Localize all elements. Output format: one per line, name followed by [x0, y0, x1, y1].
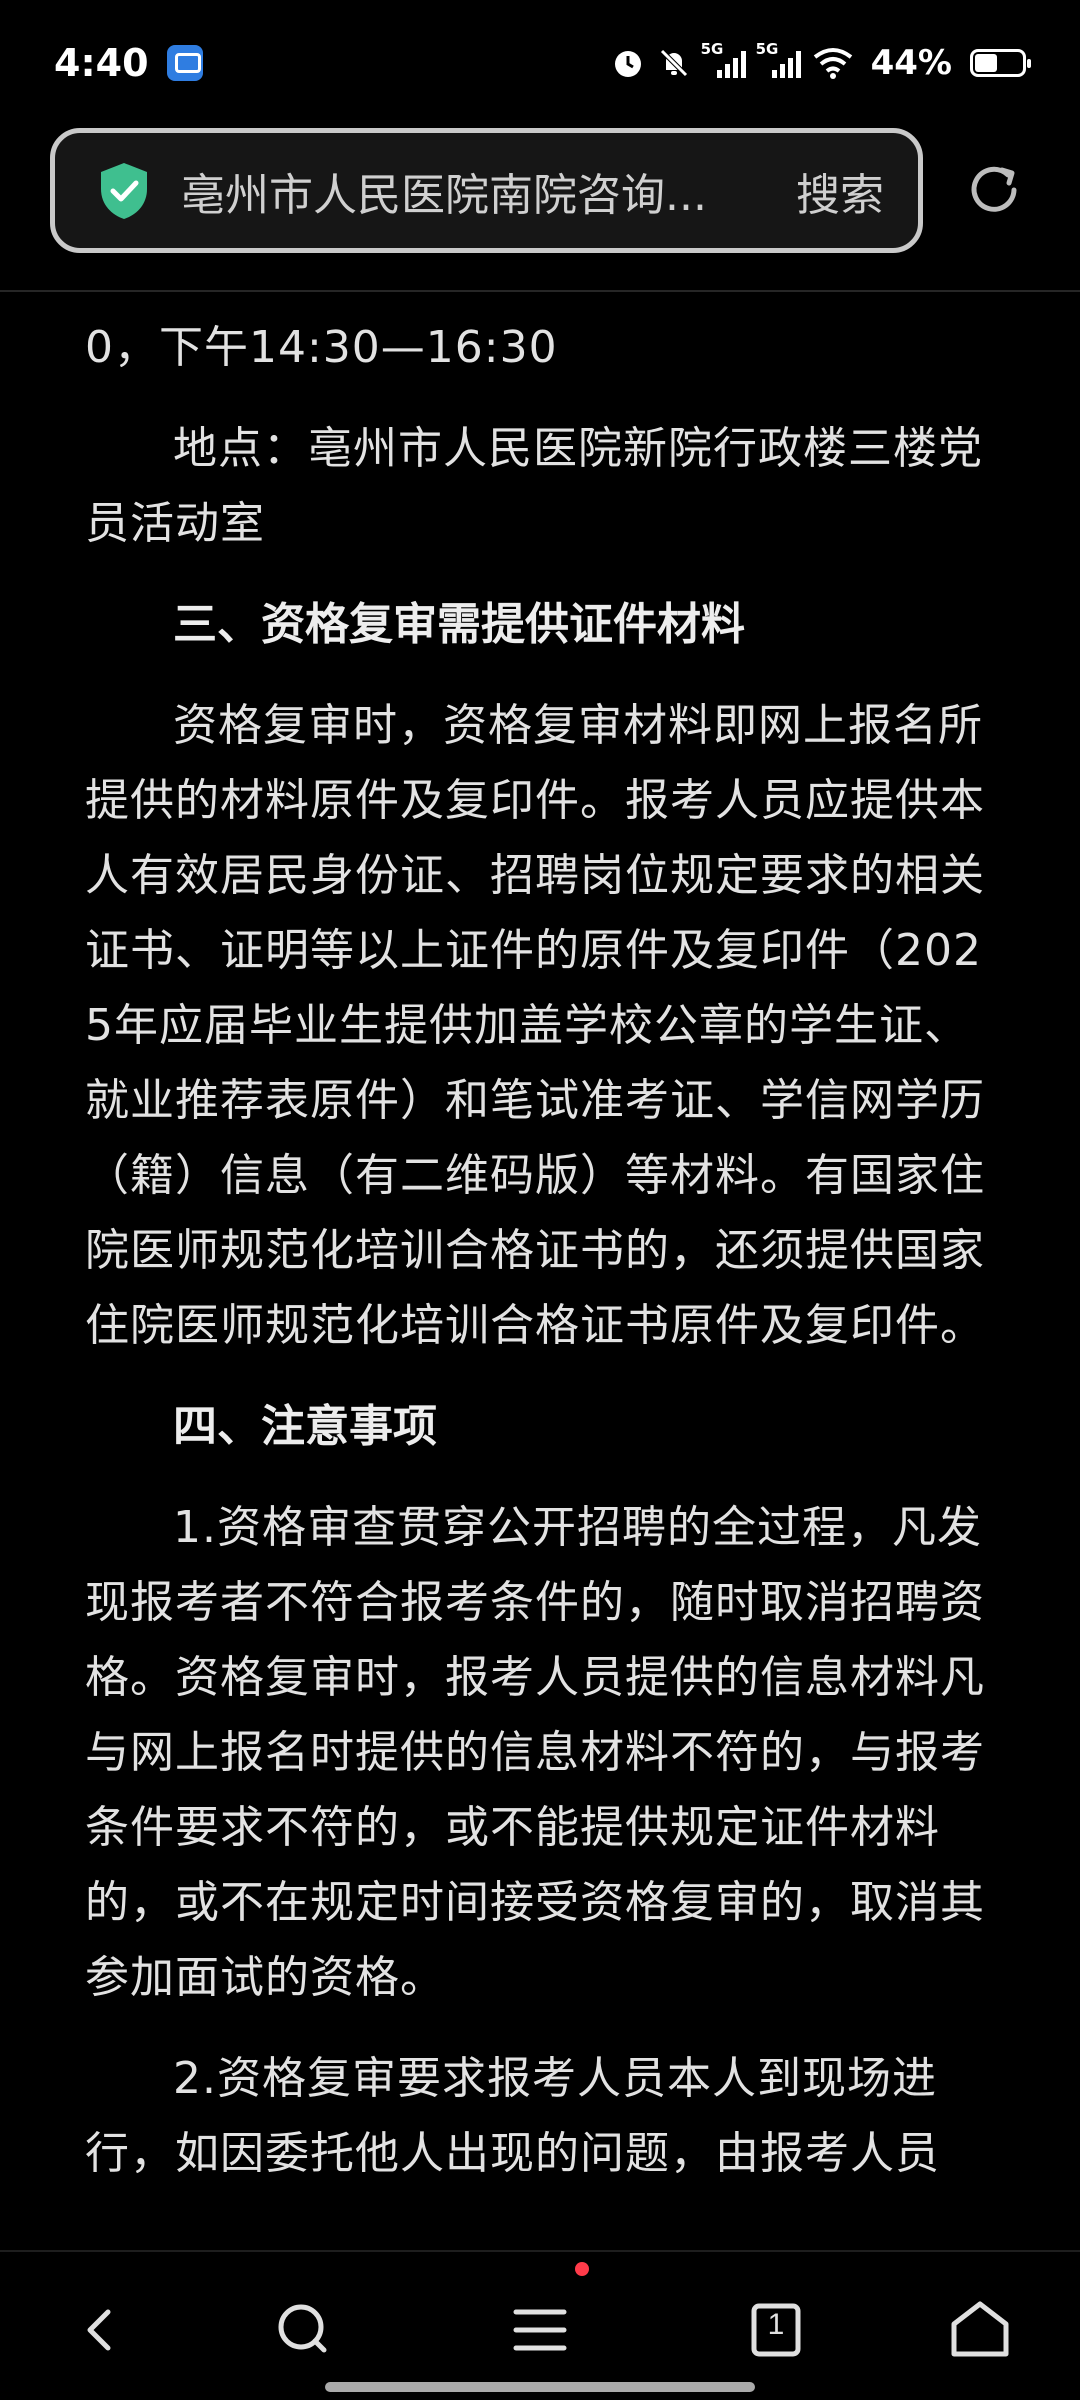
article-body: 时间：2025年4月21日上午8:30—12:00，下午14:30—16:30 … — [85, 292, 1000, 2217]
signal-icon: 5G — [701, 40, 746, 78]
paragraph-location: 地点：亳州市人民医院新院行政楼三楼党员活动室 — [85, 423, 983, 549]
signal-icon: 5G — [756, 40, 801, 78]
paragraph-note-1: 1.资格审查贯穿公开招聘的全过程，凡发现报考者不符合报考条件的，随时取消招聘资格… — [85, 1502, 985, 2003]
alarm-icon — [614, 50, 641, 77]
status-time: 4:40 — [54, 40, 149, 85]
status-bar: 4:40 5G 5G 44% — [0, 0, 1080, 125]
url-text[interactable]: 亳州市人民医院南院咨询... — [181, 159, 776, 223]
tabs-button[interactable]: 1 — [740, 2294, 812, 2366]
search-button[interactable]: 搜索 — [796, 159, 884, 223]
network-type-label: 5G — [755, 39, 779, 58]
app-notification-icon — [166, 44, 203, 81]
home-icon[interactable] — [944, 2294, 1016, 2366]
bottom-nav: 1 — [0, 2250, 1080, 2400]
status-icons: 5G 5G 44% — [611, 40, 1031, 83]
battery-icon — [970, 48, 1031, 77]
network-type-label: 5G — [700, 39, 724, 58]
home-indicator[interactable] — [325, 2382, 755, 2392]
shield-check-icon — [101, 162, 147, 219]
section-heading: 四、注意事项 — [173, 1401, 437, 1452]
address-bar[interactable]: 亳州市人民医院南院咨询... 搜索 — [50, 128, 923, 253]
reload-icon[interactable] — [962, 158, 1026, 222]
article-content[interactable]: 时间：2025年4月21日上午8:30—12:00，下午14:30—16:30 … — [0, 292, 1080, 2250]
paragraph-materials: 资格复审时，资格复审材料即网上报名所提供的材料原件及复印件。报考人员应提供本人有… — [85, 700, 985, 1351]
paragraph-time: 时间：2025年4月21日上午8:30—12:00，下午14:30—16:30 — [85, 292, 986, 373]
back-icon[interactable] — [64, 2294, 136, 2366]
wifi-icon — [813, 47, 852, 79]
search-icon[interactable] — [268, 2294, 340, 2366]
mute-icon — [659, 48, 688, 77]
battery-percent: 44% — [870, 42, 952, 83]
section-heading: 三、资格复审需提供证件材料 — [173, 599, 745, 650]
notification-dot — [575, 2262, 589, 2276]
paragraph-note-2: 2.资格复审要求报考人员本人到现场进行，如因委托他人出现的问题，由报考人员 — [85, 2053, 940, 2179]
menu-icon[interactable] — [504, 2294, 576, 2366]
tab-count: 1 — [767, 2308, 785, 2341]
